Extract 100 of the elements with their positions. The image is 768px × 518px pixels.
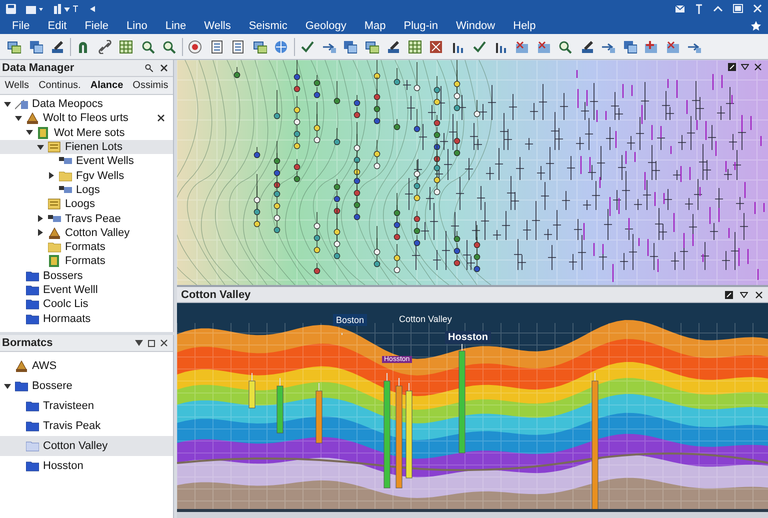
tree-item[interactable]: Data Meopocs	[0, 97, 173, 112]
grid-icon	[7, 40, 21, 54]
globe-icon	[274, 40, 288, 54]
menu-item[interactable]: Plug-in	[394, 20, 447, 32]
tree-item[interactable]: Loogs	[0, 197, 173, 212]
target-tool-button[interactable]	[186, 38, 204, 56]
menu-item[interactable]: Help	[504, 20, 545, 32]
collapse-icon[interactable]	[4, 100, 11, 108]
tree-item[interactable]: Event Welll	[0, 282, 173, 298]
expand-icon[interactable]	[37, 215, 44, 222]
dropdown-icon[interactable]	[741, 64, 749, 70]
layers-icon	[364, 40, 378, 54]
horizon-label: Cotton Valley	[399, 314, 452, 324]
dropdown-icon[interactable]	[135, 340, 143, 346]
edit-icon	[580, 40, 594, 54]
chart-dropdown-icon[interactable]	[54, 4, 80, 14]
search-icon[interactable]	[145, 64, 153, 72]
folder-icon	[26, 298, 39, 310]
tree-item[interactable]: Logs	[0, 182, 173, 198]
zoom-icon	[558, 40, 572, 54]
tree-item[interactable]: Travis Peak	[0, 416, 173, 436]
collapse-icon[interactable]	[15, 114, 22, 122]
data-icon	[48, 212, 61, 225]
menu-item[interactable]: Window	[447, 20, 504, 32]
zoom-out-icon	[162, 40, 176, 54]
grid-icon	[119, 40, 133, 54]
tree-item[interactable]: Hosston	[0, 456, 173, 476]
folder-icon	[26, 420, 39, 432]
folder-dropdown-icon[interactable]	[26, 4, 44, 14]
plus-icon	[644, 40, 658, 54]
menu-item[interactable]: Edit	[38, 20, 76, 32]
table-icon	[231, 40, 245, 54]
expand-icon[interactable]	[48, 172, 55, 180]
edit-icon[interactable]	[725, 290, 733, 298]
windows-icon	[622, 40, 636, 54]
check-icon	[300, 40, 314, 54]
check-icon	[472, 40, 486, 54]
log-icon	[48, 198, 61, 210]
panel-tab[interactable]: Ossimis	[130, 80, 170, 91]
horizon-label: Hosston	[445, 331, 491, 344]
link-icon	[98, 40, 112, 54]
rig-icon	[48, 226, 61, 239]
menu-item[interactable]: Seismic	[240, 20, 296, 32]
view-title: Cotton Valley	[181, 288, 252, 300]
tree-item[interactable]: Coolc Lis	[0, 297, 173, 312]
tree-item[interactable]: Cotton Valley	[0, 226, 173, 240]
collapse-icon[interactable]	[4, 382, 11, 390]
close-icon[interactable]	[157, 114, 165, 122]
tree-item[interactable]: Fgv Wells	[0, 168, 173, 183]
tree-item[interactable]: Travisteen	[0, 396, 173, 416]
menu-item[interactable]: Geology	[296, 20, 356, 32]
menu-item[interactable]: Lino	[118, 20, 156, 32]
mail-icon[interactable]	[675, 4, 685, 12]
menu-item[interactable]: Line	[156, 20, 196, 32]
edit-icon[interactable]	[728, 63, 736, 71]
menu-item[interactable]: Wells	[195, 20, 240, 32]
tree-item[interactable]: Hormaats	[0, 311, 173, 326]
menu-item[interactable]: Map	[355, 20, 395, 32]
folder-icon	[26, 312, 39, 325]
close-icon[interactable]	[755, 290, 763, 298]
star-icon[interactable]	[751, 20, 761, 30]
link-tool-button[interactable]	[96, 38, 114, 56]
save-icon[interactable]	[6, 4, 16, 14]
magnet-icon	[76, 40, 90, 54]
maximize-icon[interactable]	[148, 340, 155, 346]
cross-icon	[515, 40, 529, 54]
folder-icon	[26, 460, 39, 472]
panel-tab[interactable]: Alance	[88, 80, 126, 91]
tree-item[interactable]: Formats	[0, 240, 173, 254]
tree-item[interactable]: Wot Mere sots	[0, 126, 173, 140]
folder-icon	[48, 241, 61, 254]
tree-item[interactable]: Travs Peae	[0, 211, 173, 226]
panel-tab[interactable]: Continus.	[36, 80, 83, 91]
tree-item[interactable]: Cotton Valley	[0, 436, 173, 456]
expand-icon[interactable]	[37, 229, 44, 236]
collapse-icon[interactable]	[26, 129, 33, 136]
tree-item[interactable]: AWS	[0, 356, 173, 376]
menu-item[interactable]: Fiele	[76, 20, 118, 32]
close-icon[interactable]	[160, 64, 168, 72]
grid-icon	[408, 40, 422, 54]
edit-icon	[386, 40, 400, 54]
tree-item[interactable]: Wolt to Fleos urts	[0, 111, 173, 126]
tree-item[interactable]: Bossers	[0, 268, 173, 283]
data-icon	[59, 184, 72, 196]
tree-item[interactable]: Formats	[0, 254, 173, 269]
close-icon[interactable]	[754, 63, 762, 71]
caret-icon[interactable]	[90, 6, 96, 12]
collapse-icon[interactable]	[37, 144, 44, 151]
tree-item[interactable]: Bossere	[0, 376, 173, 396]
dropdown-icon[interactable]	[740, 292, 748, 298]
close-icon[interactable]	[160, 339, 168, 347]
target-icon	[188, 40, 202, 54]
menu-item[interactable]: File	[3, 20, 39, 32]
minimize-icon[interactable]	[713, 6, 723, 12]
folder-icon	[26, 284, 39, 296]
layers-icon	[28, 40, 42, 54]
tree-item[interactable]: Fienen Lots	[0, 140, 173, 154]
panel-tab[interactable]: Wells	[2, 80, 32, 91]
folder-icon	[15, 380, 28, 392]
tree-item[interactable]: Event Wells	[0, 154, 173, 168]
